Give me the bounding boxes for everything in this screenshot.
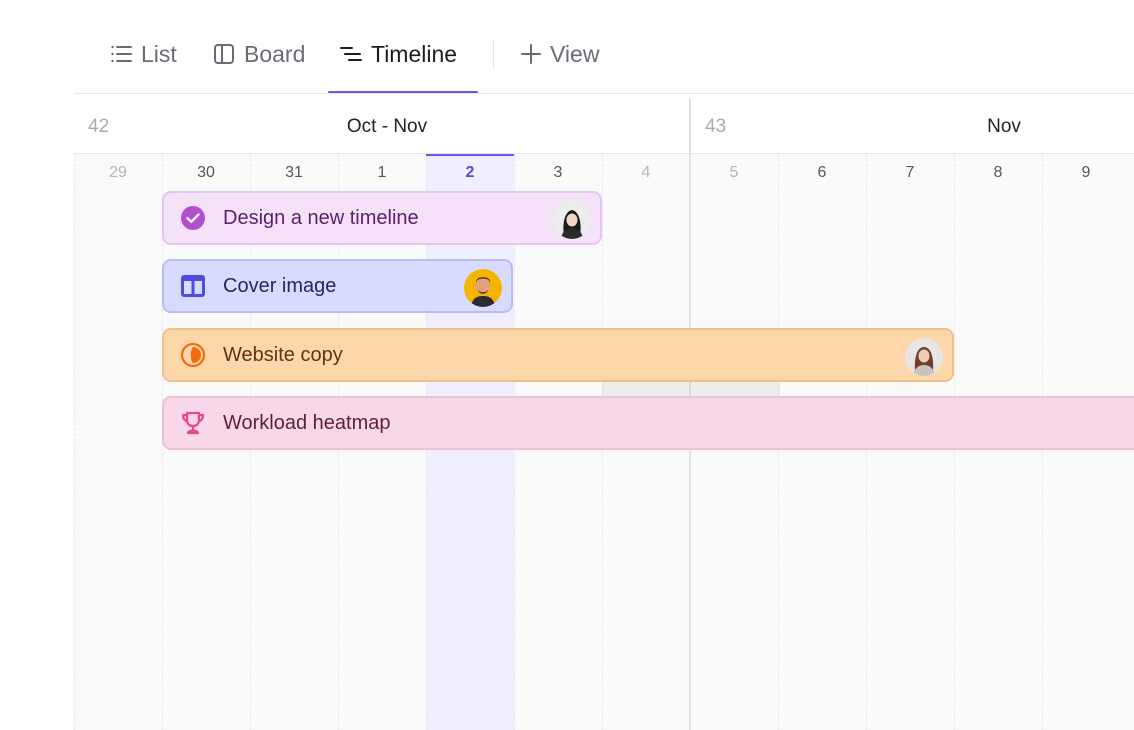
list-icon [110,43,132,65]
day-label: 7 [905,164,915,181]
day-column [74,154,162,730]
board-icon [213,43,235,65]
month-label: Oct - Nov [346,116,428,137]
check-circle-icon [179,204,207,232]
month-label: Nov [987,116,1021,137]
trophy-icon [179,409,207,437]
day-label: 29 [109,164,127,181]
day-label: 5 [729,164,739,181]
day-label: 30 [197,164,215,181]
today-marker [426,154,514,156]
task-title: Workload heatmap [223,411,391,434]
task-title: Website copy [223,343,343,366]
half-circle-icon [179,341,207,369]
tab-board[interactable]: Board [213,34,305,74]
day-label: 3 [553,164,563,181]
view-tabbar: List Board Timeline View [0,0,1134,94]
task-bar-design-timeline[interactable]: Design a new timeline [162,191,602,245]
task-title: Cover image [223,274,337,297]
day-label: 8 [993,164,1003,181]
week-number: 43 [705,116,727,137]
week-header-row: 42 Oct - Nov 43 Nov [74,94,1134,154]
timeline-grid[interactable]: 42 Oct - Nov 43 Nov 29 30 31 1 2 3 4 5 6… [74,94,1134,730]
day-label: 9 [1081,164,1091,181]
add-view-button[interactable]: View [521,34,599,74]
tab-divider [493,41,494,69]
avatar[interactable] [553,201,591,239]
week-number: 42 [88,116,110,137]
day-label: 4 [641,164,651,181]
avatar[interactable] [464,269,502,307]
tab-board-label: Board [244,40,306,67]
plus-icon [521,44,541,64]
day-label: 1 [377,164,387,181]
task-bar-cover-image[interactable]: Cover image [162,259,513,313]
day-label-today: 2 [465,164,475,181]
tab-timeline-label: Timeline [371,40,458,67]
timeline-icon [340,43,362,65]
day-label: 31 [285,164,303,181]
tab-timeline[interactable]: Timeline [340,34,457,74]
tab-list-label: List [141,40,177,67]
add-view-label: View [550,40,600,67]
tab-list[interactable]: List [110,34,177,74]
avatar[interactable] [905,338,943,376]
task-title: Design a new timeline [223,206,419,229]
task-bar-website-copy[interactable]: Website copy [162,328,954,382]
layout-icon [179,272,207,300]
day-label: 6 [817,164,827,181]
task-bar-workload-heatmap[interactable]: Workload heatmap [162,396,1134,450]
